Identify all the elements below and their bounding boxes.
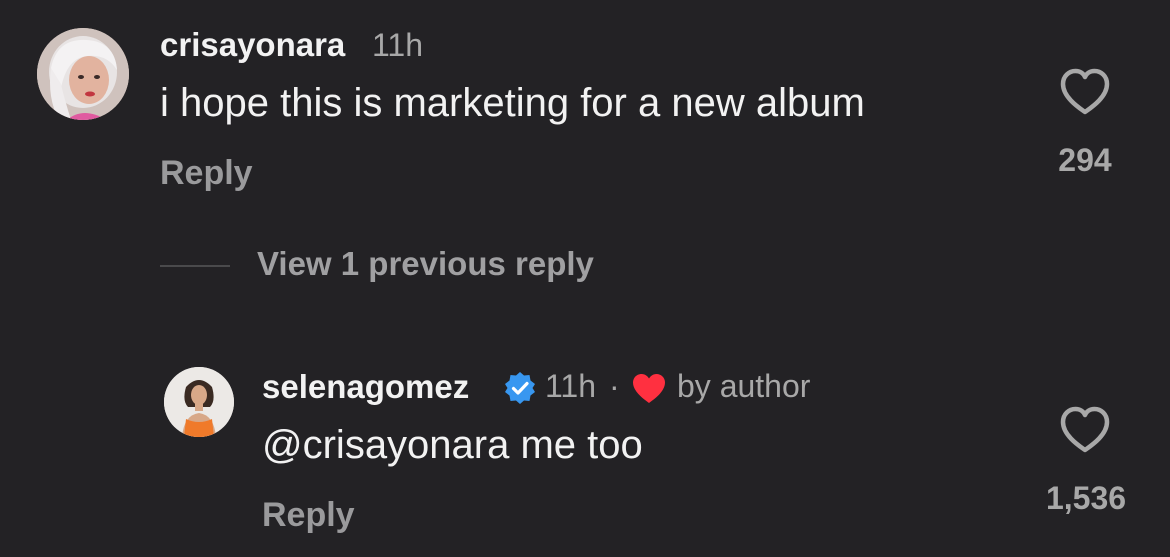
replies-divider-line: [160, 265, 230, 267]
like-count: 294: [1058, 142, 1112, 178]
view-previous-replies-button[interactable]: View 1 previous reply: [257, 245, 594, 283]
comment-username[interactable]: crisayonara: [160, 26, 345, 64]
reply-timestamp: 11h: [545, 368, 597, 404]
reply-button[interactable]: Reply: [160, 154, 253, 193]
comment-text: i hope this is marketing for a new album: [160, 81, 865, 125]
like-heart-icon[interactable]: [1059, 68, 1111, 116]
liked-by-author-label: by author: [677, 368, 811, 404]
avatar[interactable]: [37, 28, 129, 120]
liked-by-author-heart-icon: [633, 374, 665, 403]
avatar[interactable]: [164, 367, 234, 437]
reply-button[interactable]: Reply: [262, 496, 355, 535]
avatar-photo-icon: [37, 28, 129, 120]
separator-dot: ·: [609, 368, 620, 404]
reply-username[interactable]: selenagomez: [262, 368, 469, 406]
reply-text: @crisayonara me too: [262, 423, 643, 467]
comment-timestamp: 11h: [372, 27, 424, 63]
avatar-photo-icon: [164, 367, 234, 437]
like-count: 1,536: [1045, 480, 1127, 516]
verified-badge-icon: [505, 372, 535, 404]
like-heart-icon[interactable]: [1059, 406, 1111, 454]
